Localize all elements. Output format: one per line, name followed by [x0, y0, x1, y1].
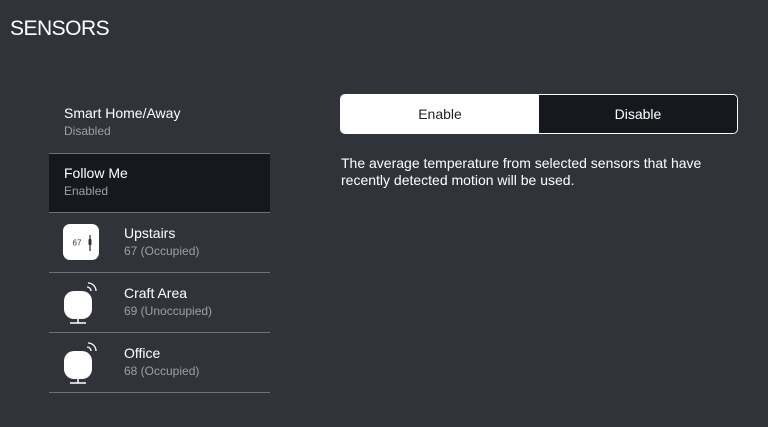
page-title: SENSORS — [10, 17, 110, 40]
sensor-name: Upstairs — [124, 225, 176, 241]
sensor-name: Office — [124, 345, 161, 361]
sidebar-item-status: Enabled — [64, 184, 109, 198]
thermostat-icon: 67 — [63, 222, 99, 262]
sensor-reading: 69 (Unoccupied) — [124, 304, 213, 318]
sensor-item-craft-area[interactable]: Craft Area 69 (Unoccupied) — [49, 273, 270, 333]
sensors-page: SENSORS Smart Home/Away Disabled Follow … — [0, 0, 768, 427]
sensor-item-office[interactable]: Office 68 (Occupied) — [49, 333, 270, 393]
sidebar-item-follow-me[interactable]: Follow Me Enabled — [49, 154, 270, 213]
follow-me-description: The average temperature from selected se… — [341, 155, 702, 188]
sidebar-item-label: Follow Me — [64, 165, 128, 181]
sensor-item-upstairs[interactable]: 67 Upstairs 67 (Occupied) — [49, 213, 270, 273]
sidebar-item-label: Smart Home/Away — [64, 105, 181, 121]
sidebar-item-smart-home-away[interactable]: Smart Home/Away Disabled — [49, 94, 270, 154]
sensor-reading: 68 (Occupied) — [124, 364, 200, 378]
thermostat-icon-reading: 67 — [73, 239, 82, 248]
sidebar-item-status: Disabled — [64, 124, 111, 138]
sensor-reading: 67 (Occupied) — [124, 244, 200, 258]
enable-disable-toggle: Enable Disable — [340, 94, 738, 134]
disable-button[interactable]: Disable — [539, 95, 737, 133]
enable-button[interactable]: Enable — [341, 95, 539, 133]
remote-sensor-icon — [63, 282, 99, 324]
sensor-sidebar: Smart Home/Away Disabled Follow Me Enabl… — [49, 94, 270, 393]
sensor-name: Craft Area — [124, 285, 188, 301]
remote-sensor-icon — [63, 342, 99, 384]
